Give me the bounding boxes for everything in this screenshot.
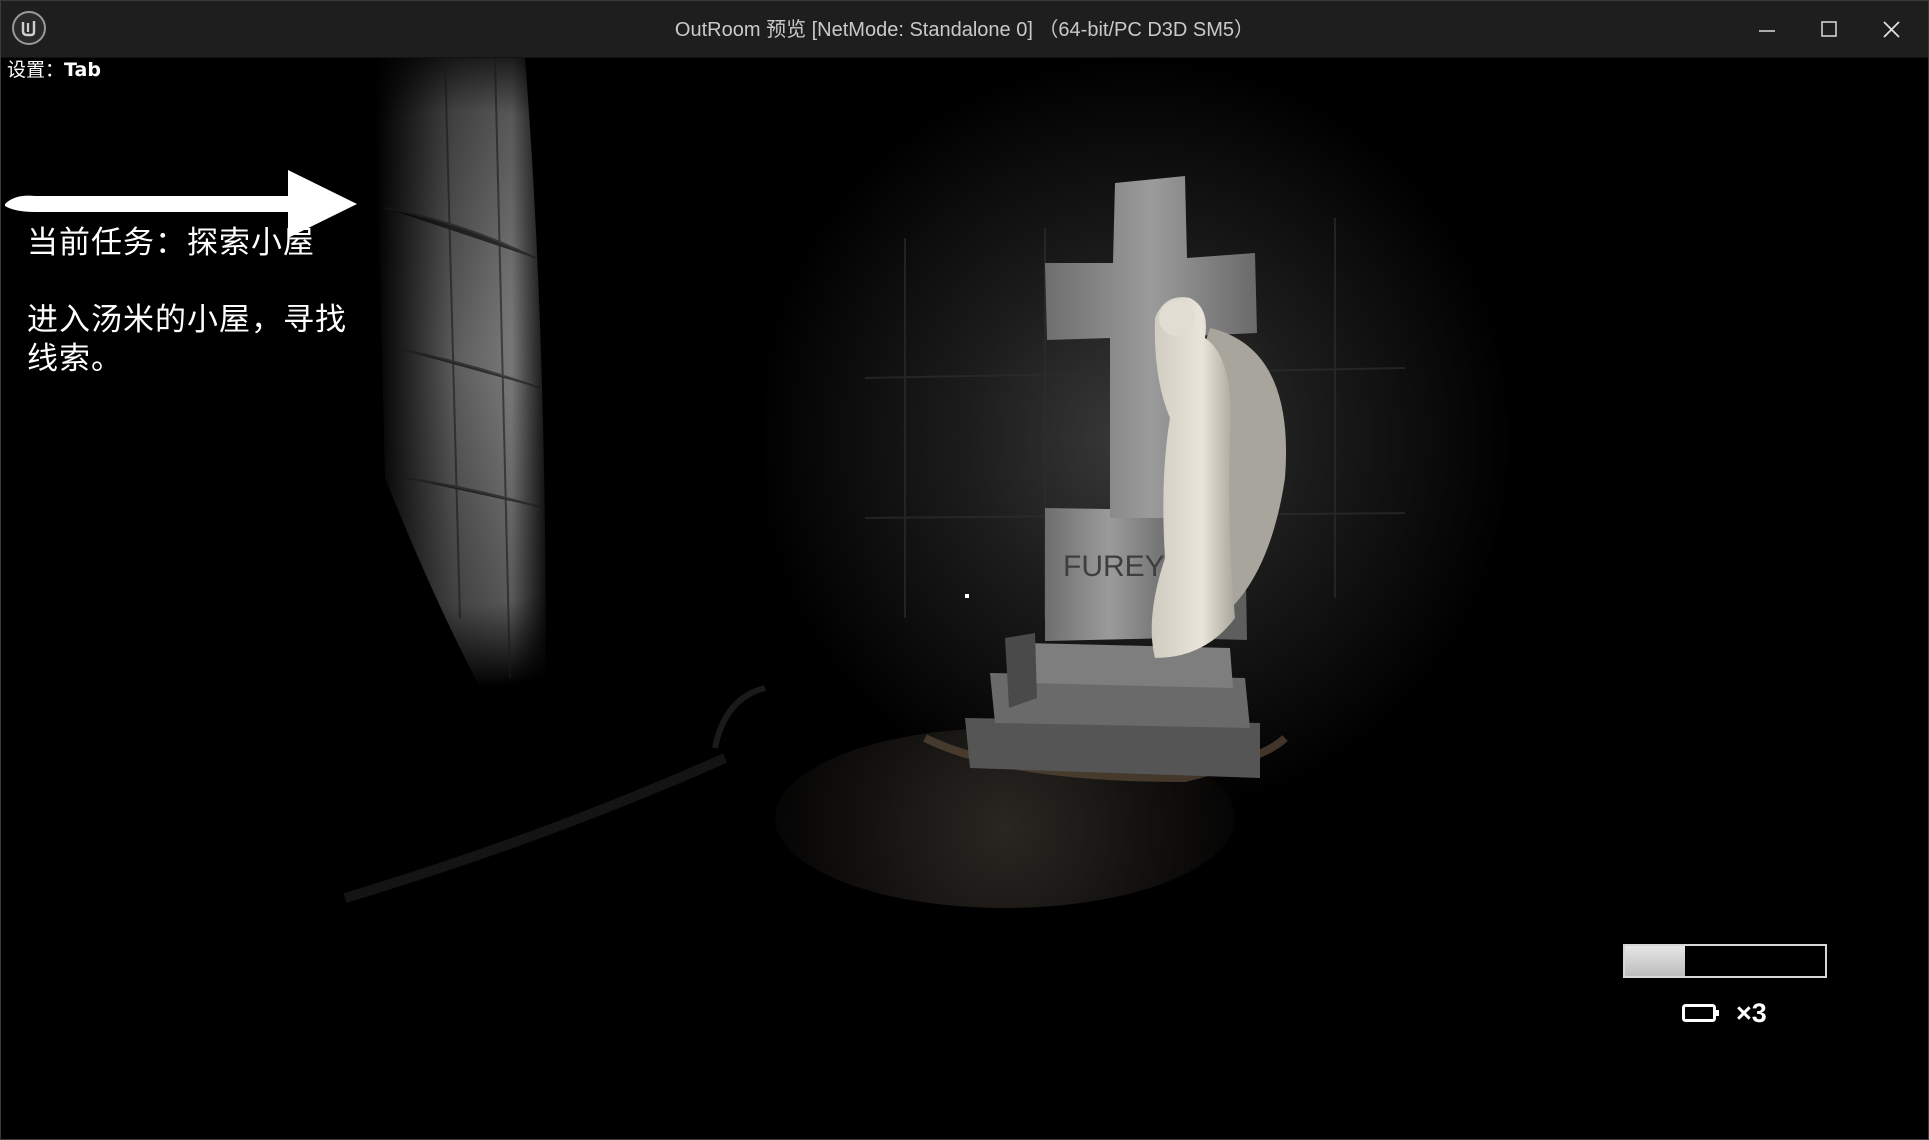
stamina-fill (1625, 946, 1685, 976)
window-title: OutRoom 预览 [NetMode: Standalone 0] （64-b… (674, 19, 1255, 41)
battery-icon (1682, 1004, 1719, 1022)
close-icon (1883, 21, 1900, 38)
settings-key: Tab (64, 59, 101, 81)
settings-hint: 设置：Tab (7, 58, 101, 82)
minimize-icon (1759, 30, 1775, 32)
maximize-button[interactable] (1800, 1, 1862, 57)
game-viewport[interactable]: FUREY 设置：Tab 当前任务：探索小屋 进入汤米的小屋，寻找线索。 ×3 (5, 58, 1925, 1136)
settings-label: 设置： (7, 59, 65, 81)
battery-count: ×3 (1736, 998, 1767, 1028)
minimize-button[interactable] (1738, 1, 1800, 57)
quest-title: 当前任务：探索小屋 (27, 225, 315, 261)
close-button[interactable] (1862, 1, 1924, 57)
title-bar[interactable]: OutRoom 预览 [NetMode: Standalone 0] （64-b… (1, 1, 1928, 58)
maximize-icon (1821, 21, 1837, 37)
game-window: OutRoom 预览 [NetMode: Standalone 0] （64-b… (0, 0, 1929, 1140)
gravestone-inscription: FUREY (1063, 550, 1165, 583)
crosshair (965, 594, 969, 598)
stamina-bar (1623, 944, 1827, 978)
quest-description: 进入汤米的小屋，寻找线索。 (27, 302, 347, 377)
